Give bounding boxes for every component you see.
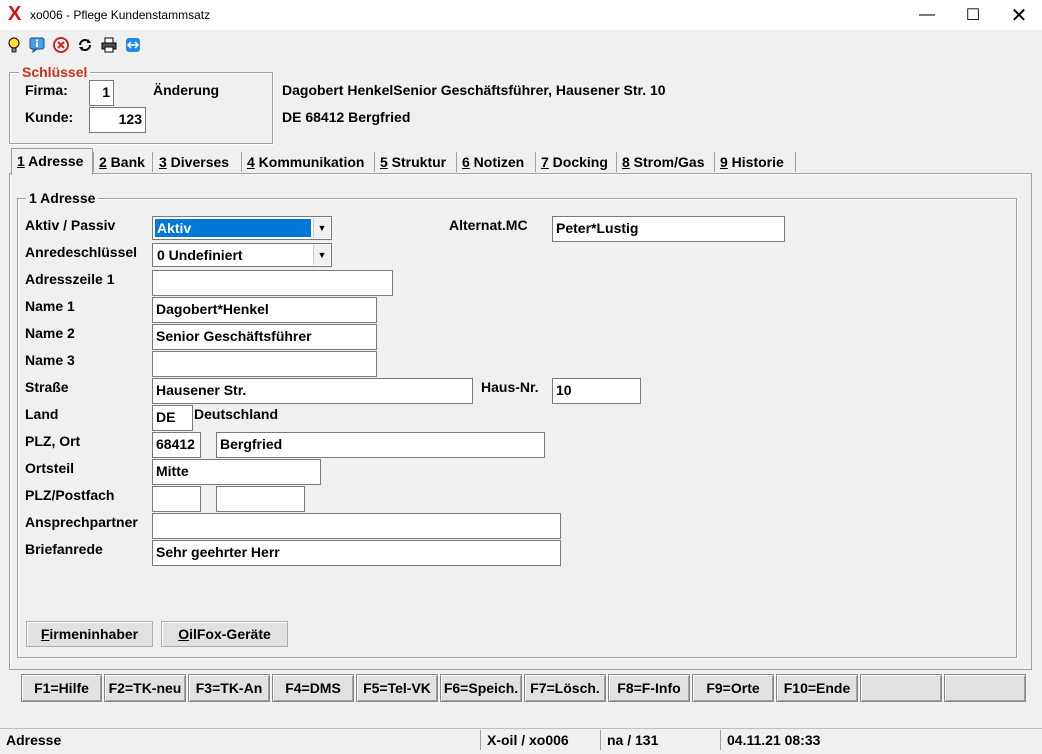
hausnr-label: Haus-Nr. [481, 379, 539, 395]
name1-label: Name 1 [25, 298, 75, 314]
ort-input[interactable]: Bergfried [216, 432, 545, 458]
strasse-input[interactable]: Hausener Str. [152, 378, 473, 404]
toolbar [0, 30, 1042, 62]
ortsteil-label: Ortsteil [25, 460, 75, 476]
altmc-input[interactable]: Peter*Lustig [552, 216, 785, 242]
mode-label: Änderung [153, 82, 220, 98]
f5-button[interactable]: F5=Tel-VK [356, 674, 438, 702]
tab-separator [616, 152, 617, 172]
anrede-label: Anredeschlüssel [25, 244, 138, 260]
ansprech-label: Ansprechpartner [25, 514, 138, 530]
app-icon: X [8, 3, 22, 25]
kunde-input[interactable]: 123 [89, 107, 146, 133]
name1-input[interactable]: Dagobert*Henkel [152, 297, 377, 323]
header-line-2: DE 68412 Bergfried [282, 109, 411, 125]
ansprech-input[interactable] [152, 513, 561, 539]
print-icon[interactable] [101, 37, 117, 53]
tab-separator [535, 152, 536, 172]
name3-input[interactable] [152, 351, 377, 377]
f4-button[interactable]: F4=DMS [272, 674, 354, 702]
status-datetime: 04.11.21 08:33 [720, 730, 1042, 750]
firma-input[interactable]: 1 [89, 80, 114, 106]
postfach-input[interactable] [216, 486, 305, 512]
tab-separator [152, 152, 153, 172]
remote-icon[interactable] [125, 37, 141, 53]
oilfox-button[interactable]: OilFox-Geräte [161, 621, 288, 647]
tab-separator [714, 152, 715, 172]
anrede-select[interactable]: 0 Undefiniert ▼ [152, 243, 332, 267]
chevron-down-icon[interactable]: ▼ [313, 245, 330, 265]
adresszeile-input[interactable] [152, 270, 393, 296]
land-name: Deutschland [194, 406, 279, 422]
aktiv-select-value: Aktiv [155, 219, 311, 237]
maximize-button[interactable]: ☐ [950, 0, 996, 30]
f10-button[interactable]: F10=Ende [776, 674, 858, 702]
kunde-label: Kunde: [25, 109, 74, 125]
status-record: na / 131 [600, 730, 720, 750]
tab-strom-gas[interactable]: 8 Strom/Gas [618, 150, 709, 174]
tab-separator [456, 152, 457, 172]
land-input[interactable]: DE [152, 405, 193, 431]
firmeninhaber-button[interactable]: Firmeninhaber [26, 621, 153, 647]
name2-label: Name 2 [25, 325, 75, 341]
f1-button[interactable]: F1=Hilfe [21, 674, 102, 702]
tab-diverses[interactable]: 3 Diverses [155, 150, 233, 174]
refresh-icon[interactable] [77, 37, 93, 53]
tab-docking[interactable]: 7 Docking [537, 150, 612, 174]
hausnr-input[interactable]: 10 [552, 378, 641, 404]
key-group-label: Schlüssel [19, 64, 91, 80]
window-title: xo006 - Pflege Kundenstammsatz [30, 8, 211, 22]
ortsteil-input[interactable]: Mitte [152, 459, 321, 485]
f12-button[interactable] [944, 674, 1026, 702]
lightbulb-icon[interactable] [6, 37, 22, 53]
tab-separator [241, 152, 242, 172]
f9-button[interactable]: F9=Orte [692, 674, 774, 702]
briefanrede-label: Briefanrede [25, 541, 103, 557]
tab-historie[interactable]: 9 Historie [716, 150, 788, 174]
altmc-label: Alternat.MC [449, 217, 528, 233]
anrede-select-value: 0 Undefiniert [157, 247, 243, 263]
address-group-label: 1 Adresse [26, 190, 99, 206]
minimize-button[interactable]: — [904, 0, 950, 30]
f3-button[interactable]: F3=TK-An [188, 674, 270, 702]
header-line-1: Dagobert HenkelSenior Geschäftsführer, H… [282, 82, 666, 98]
tab-separator [795, 152, 796, 172]
status-program: X-oil / xo006 [480, 730, 600, 750]
land-label: Land [25, 406, 59, 422]
status-section: Adresse [6, 732, 62, 748]
close-button[interactable]: ✕ [996, 0, 1042, 30]
postfach-plz-input[interactable] [152, 486, 201, 512]
adresszeile-label: Adresszeile 1 [25, 271, 115, 287]
tab-struktur[interactable]: 5 Struktur [376, 150, 450, 174]
aktiv-select[interactable]: Aktiv ▼ [152, 216, 332, 240]
name3-label: Name 3 [25, 352, 75, 368]
tab-kommunikation[interactable]: 4 Kommunikation [243, 150, 368, 174]
firma-label: Firma: [25, 82, 68, 98]
f2-button[interactable]: F2=TK-neu [104, 674, 186, 702]
aktiv-label: Aktiv / Passiv [25, 217, 116, 233]
chevron-down-icon[interactable]: ▼ [313, 218, 330, 238]
f7-button[interactable]: F7=Lösch. [524, 674, 606, 702]
tab-bank[interactable]: 2 Bank [95, 150, 149, 174]
strasse-label: Straße [25, 379, 69, 395]
tab-adresse[interactable]: 1 Adresse [13, 149, 87, 173]
name2-input[interactable]: Senior Geschäftsführer [152, 324, 377, 350]
cancel-icon[interactable] [53, 37, 69, 53]
tab-notizen[interactable]: 6 Notizen [458, 150, 528, 174]
tab-separator [93, 152, 94, 172]
plz-input[interactable]: 68412 [152, 432, 201, 458]
postfach-label: PLZ/Postfach [25, 487, 115, 503]
plz-ort-label: PLZ, Ort [25, 433, 81, 449]
info-icon[interactable] [29, 37, 45, 53]
f8-button[interactable]: F8=F-Info [608, 674, 690, 702]
f11-button[interactable] [860, 674, 942, 702]
briefanrede-input[interactable]: Sehr geehrter Herr [152, 540, 561, 566]
tab-separator [374, 152, 375, 172]
f6-button[interactable]: F6=Speich. [440, 674, 522, 702]
